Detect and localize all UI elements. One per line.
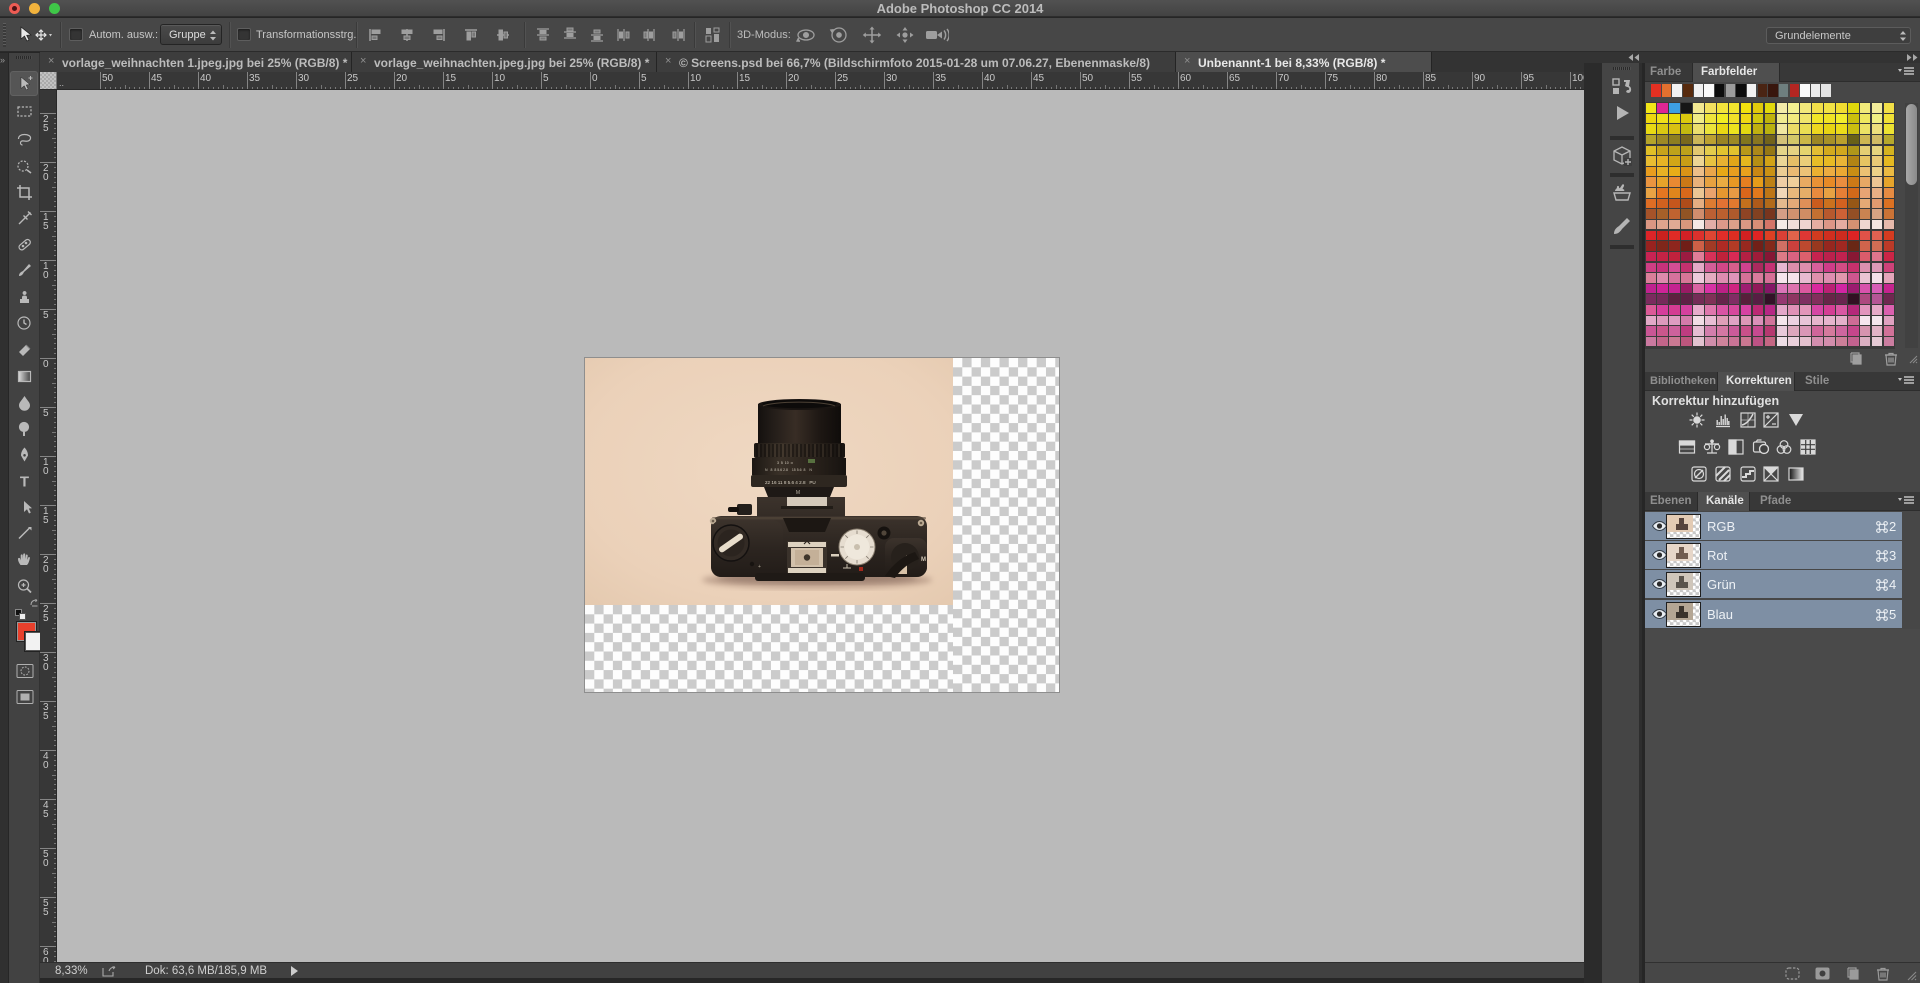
svg-text:M: M	[796, 490, 800, 496]
svg-text:T: T	[20, 474, 29, 491]
svg-text:N 8 8 5.6 2.8 15 5.6 8: N 8 8 5.6 2.8 15 5.6 8 N	[765, 468, 812, 472]
svg-text:M: M	[921, 557, 926, 563]
svg-text:22 16 11 8 5.6 4 2.8 PU: 22 16 11 8 5.6 4 2.8 PU	[765, 480, 816, 485]
svg-text:+: +	[758, 564, 761, 570]
svg-text:3 5 10 ∞: 3 5 10 ∞	[777, 461, 794, 465]
